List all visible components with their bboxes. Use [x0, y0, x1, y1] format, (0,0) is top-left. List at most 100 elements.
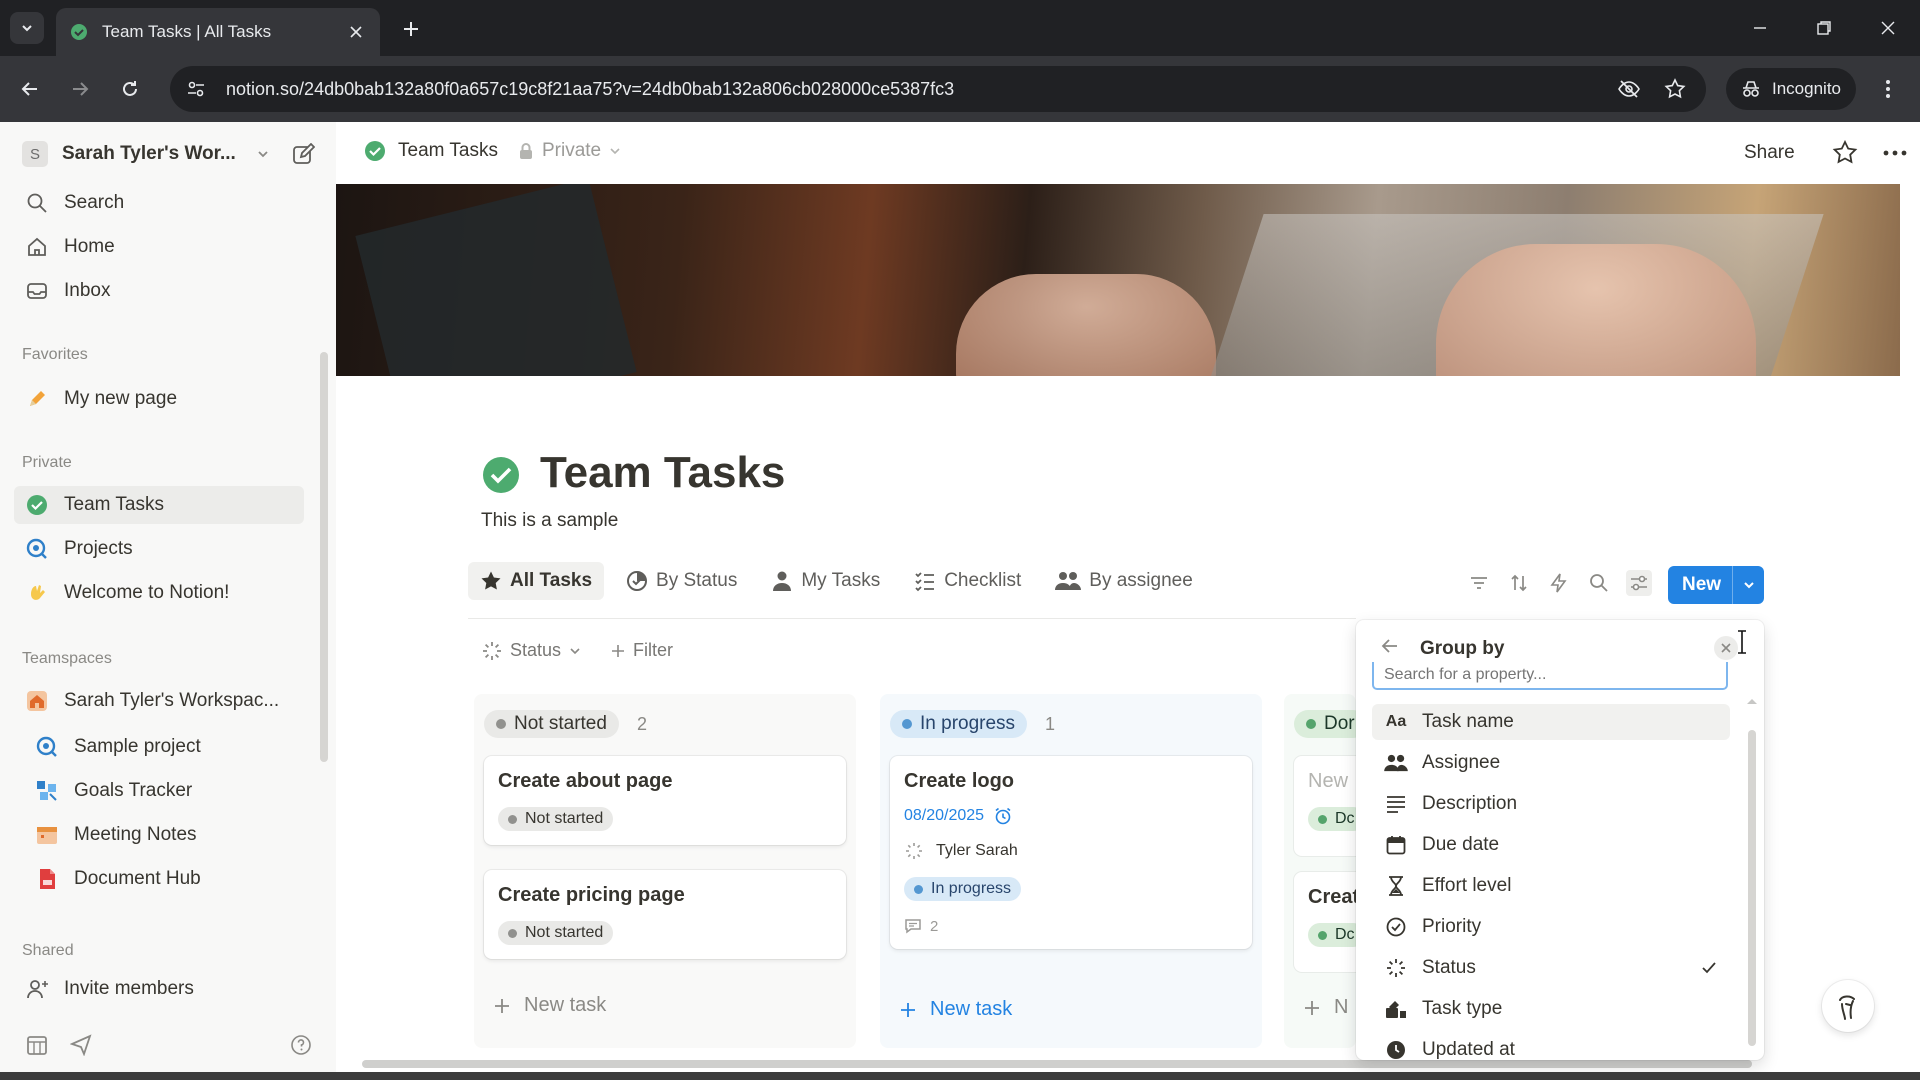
column-header[interactable]: In progress 1 [890, 710, 1055, 738]
sort-button[interactable] [1506, 570, 1532, 596]
breadcrumb[interactable]: Team Tasks Private [364, 140, 621, 162]
calendar-button[interactable] [22, 1030, 52, 1060]
tab-search-button[interactable] [10, 12, 44, 44]
incognito-label: Incognito [1772, 79, 1841, 98]
sidebar-item-home[interactable]: Home [14, 228, 304, 266]
filter-button[interactable] [1466, 570, 1492, 596]
restore-button[interactable] [1804, 10, 1844, 46]
search-button[interactable] [1586, 570, 1612, 596]
bookmark-button[interactable] [1660, 74, 1690, 104]
scroll-up-arrow[interactable] [1746, 696, 1758, 706]
group-option-status[interactable]: Status [1372, 950, 1730, 986]
teamspaces-heading[interactable]: Teamspaces [22, 650, 112, 668]
ai-assistant-button[interactable] [1822, 980, 1874, 1032]
new-button-dropdown[interactable] [1733, 578, 1764, 592]
automations-button[interactable] [1546, 570, 1572, 596]
task-card[interactable]: Creat Dc [1294, 872, 1356, 972]
house-icon [24, 688, 50, 714]
new-task-button[interactable]: N [1304, 996, 1348, 1019]
tab-checklist[interactable]: Checklist [902, 562, 1033, 600]
group-option-task-type[interactable]: Task type [1372, 991, 1730, 1027]
forward-button[interactable] [64, 73, 96, 105]
shared-heading[interactable]: Shared [22, 942, 74, 960]
minimize-button[interactable] [1740, 10, 1780, 46]
sidebar-item-goals-tracker[interactable]: Goals Tracker [24, 772, 314, 810]
column-header[interactable]: Not started 2 [484, 710, 647, 738]
reload-button[interactable] [114, 73, 146, 105]
tab-close-button[interactable] [346, 22, 366, 42]
sort-icon [1511, 574, 1527, 592]
new-item-button[interactable]: New [1668, 566, 1764, 604]
group-option-task-name[interactable]: Aa Task name [1372, 704, 1730, 740]
sidebar-item-document-hub[interactable]: Document Hub [24, 860, 314, 898]
tracking-protection-button[interactable] [1614, 74, 1644, 104]
sidebar-item-welcome[interactable]: Welcome to Notion! [14, 574, 304, 612]
share-button[interactable]: Share [1744, 142, 1795, 164]
workspace-avatar: S [22, 141, 48, 167]
new-page-button[interactable] [288, 140, 318, 170]
workspace-switcher[interactable]: S Sarah Tyler's Wor... [22, 138, 270, 170]
group-option-description[interactable]: Description [1372, 786, 1730, 822]
status-filter-chip[interactable]: Status [482, 640, 581, 661]
sidebar-item-projects[interactable]: Projects [14, 530, 304, 568]
invite-members-button[interactable]: Invite members [14, 970, 304, 1008]
property-search-input[interactable] [1372, 662, 1728, 690]
omnibox[interactable]: notion.so/24db0bab132a80f0a657c19c8f21aa… [170, 66, 1706, 112]
sidebar-item-inbox[interactable]: Inbox [14, 272, 304, 310]
group-option-due-date[interactable]: Due date [1372, 827, 1730, 863]
incognito-icon [1743, 81, 1759, 97]
view-settings-button[interactable] [1626, 570, 1652, 596]
tab-all-tasks[interactable]: All Tasks [468, 562, 605, 600]
board-horizontal-scrollbar[interactable] [362, 1060, 1752, 1068]
group-option-updated-at[interactable]: Updated at [1372, 1032, 1730, 1060]
sidebar-item-team-tasks[interactable]: Team Tasks [14, 486, 304, 524]
group-option-effort-level[interactable]: Effort level [1372, 868, 1730, 904]
tab-by-status[interactable]: By Status [614, 562, 749, 600]
help-button[interactable] [286, 1030, 316, 1060]
chevron-down-icon [258, 151, 268, 158]
sidebar-item-my-new-page[interactable]: My new page [14, 380, 304, 418]
privacy-selector[interactable]: Private [518, 140, 621, 162]
task-card[interactable]: Create pricing page Not started [484, 870, 846, 959]
column-header[interactable]: Dor [1294, 710, 1356, 738]
group-option-assignee[interactable]: Assignee [1372, 745, 1730, 781]
task-card[interactable]: New Dc [1294, 756, 1356, 856]
status-label: Not started [525, 810, 604, 827]
back-button[interactable] [14, 73, 46, 105]
mail-button[interactable] [66, 1030, 96, 1060]
check-circle-icon[interactable] [482, 456, 520, 494]
favorites-heading[interactable]: Favorites [22, 346, 88, 364]
add-filter-button[interactable]: Filter [611, 640, 673, 661]
popover-scrollbar[interactable] [1748, 730, 1756, 1046]
status-label: In progress [931, 880, 1012, 897]
group-option-priority[interactable]: Priority [1372, 909, 1730, 945]
page-description[interactable]: This is a sample [481, 510, 618, 532]
sidebar-scrollbar[interactable] [320, 352, 328, 762]
close-popover-button[interactable] [1714, 636, 1738, 660]
incognito-indicator[interactable]: Incognito [1726, 68, 1856, 110]
new-task-button[interactable]: New task [900, 998, 1012, 1021]
sidebar-item-teamspace[interactable]: Sarah Tyler's Workspac... [14, 682, 304, 720]
browser-tab[interactable]: Team Tasks | All Tasks [56, 8, 380, 56]
new-tab-button[interactable] [396, 14, 426, 44]
sidebar-item-meeting-notes[interactable]: Meeting Notes [24, 816, 314, 854]
page-title[interactable]: Team Tasks [540, 448, 785, 498]
private-heading[interactable]: Private [22, 454, 72, 472]
sidebar-item-search[interactable]: Search [14, 184, 304, 222]
task-card[interactable]: Create about page Not started [484, 756, 846, 845]
add-filter-label: Filter [633, 640, 674, 660]
status-dot [914, 884, 923, 894]
sidebar-item-label: Team Tasks [64, 494, 164, 515]
sidebar-item-sample-project[interactable]: Sample project [24, 728, 314, 766]
task-card[interactable]: Create logo 08/20/2025 Tyler Sarah In pr… [890, 756, 1252, 949]
tab-my-tasks[interactable]: My Tasks [759, 562, 892, 600]
back-button[interactable] [1380, 636, 1400, 656]
close-window-button[interactable] [1868, 10, 1908, 46]
page-topbar: Team Tasks Private Share [336, 122, 1920, 184]
status-pill: Dc [1308, 807, 1356, 831]
page-more-button[interactable] [1882, 140, 1908, 166]
new-task-button[interactable]: New task [494, 994, 606, 1017]
tab-by-assignee[interactable]: By assignee [1043, 562, 1205, 600]
favorite-button[interactable] [1832, 140, 1858, 166]
browser-menu-button[interactable] [1872, 73, 1904, 105]
